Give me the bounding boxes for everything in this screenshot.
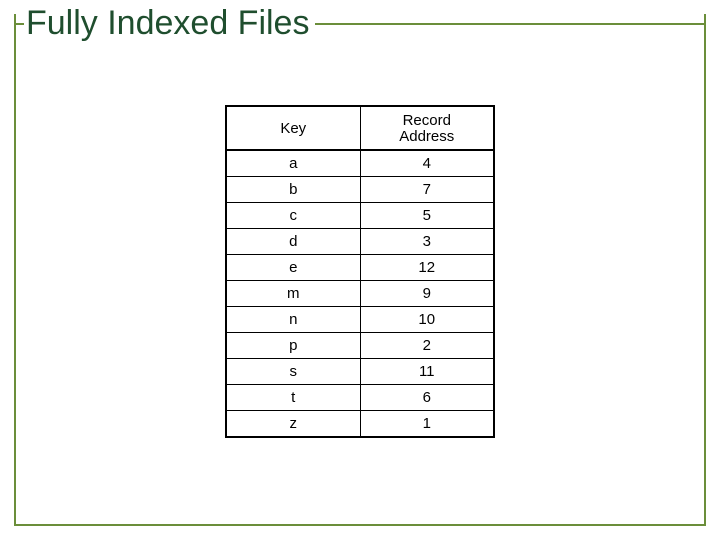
cell-addr: 6 — [360, 384, 494, 410]
cell-key: c — [226, 202, 360, 228]
table-row: e12 — [226, 254, 494, 280]
cell-key: z — [226, 410, 360, 437]
table-row: z1 — [226, 410, 494, 437]
cell-key: a — [226, 150, 360, 177]
table-body: a4 b7 c5 d3 e12 m9 n10 p2 s11 t6 z1 — [226, 150, 494, 437]
cell-addr: 1 — [360, 410, 494, 437]
cell-addr: 9 — [360, 280, 494, 306]
cell-addr: 11 — [360, 358, 494, 384]
table-row: c5 — [226, 202, 494, 228]
cell-addr: 2 — [360, 332, 494, 358]
table-row: s11 — [226, 358, 494, 384]
cell-key: e — [226, 254, 360, 280]
col-header-record-address: Record Address — [360, 106, 494, 150]
col-header-key: Key — [226, 106, 360, 150]
table-row: d3 — [226, 228, 494, 254]
table-row: m9 — [226, 280, 494, 306]
cell-addr: 5 — [360, 202, 494, 228]
cell-addr: 7 — [360, 176, 494, 202]
cell-key: n — [226, 306, 360, 332]
table-row: p2 — [226, 332, 494, 358]
table-row: n10 — [226, 306, 494, 332]
cell-addr: 12 — [360, 254, 494, 280]
cell-key: s — [226, 358, 360, 384]
index-table-wrap: Key Record Address a4 b7 c5 d3 e12 m9 n1… — [225, 105, 495, 438]
table-row: a4 — [226, 150, 494, 177]
table-row: b7 — [226, 176, 494, 202]
cell-addr: 3 — [360, 228, 494, 254]
table-row: t6 — [226, 384, 494, 410]
cell-addr: 4 — [360, 150, 494, 177]
cell-key: p — [226, 332, 360, 358]
cell-key: d — [226, 228, 360, 254]
col-header-record-line1: Record — [367, 113, 488, 129]
cell-key: b — [226, 176, 360, 202]
table-header-row: Key Record Address — [226, 106, 494, 150]
cell-addr: 10 — [360, 306, 494, 332]
col-header-record-line2: Address — [367, 129, 488, 145]
cell-key: t — [226, 384, 360, 410]
cell-key: m — [226, 280, 360, 306]
index-table: Key Record Address a4 b7 c5 d3 e12 m9 n1… — [225, 105, 495, 438]
